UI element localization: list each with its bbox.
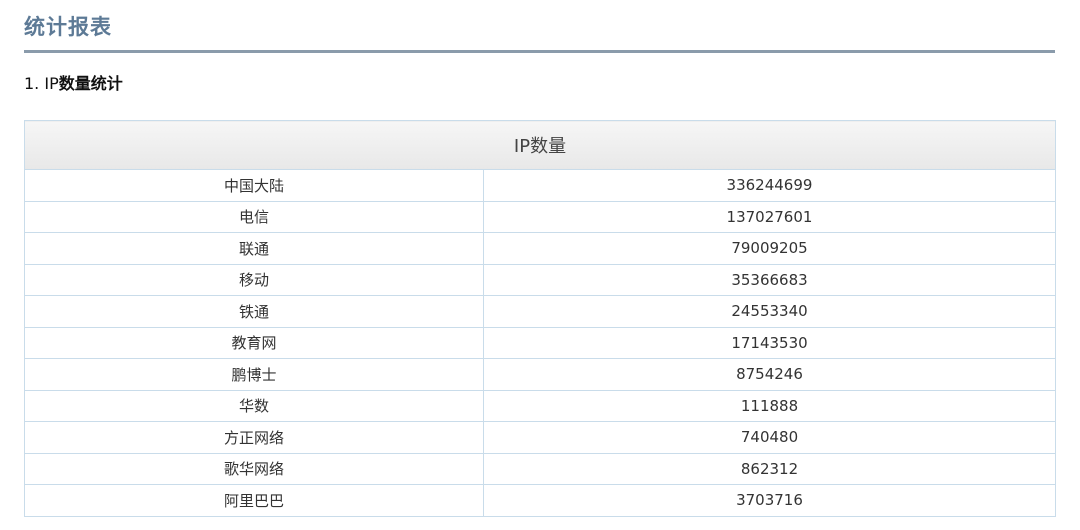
table-row: 中国大陆 336244699 — [24, 169, 1057, 202]
row-name: 华数 — [24, 389, 484, 422]
table-row: 阿里巴巴 3703716 — [24, 484, 1057, 517]
page-title: 统计报表 — [24, 15, 112, 39]
row-value: 336244699 — [482, 169, 1057, 202]
row-name: 教育网 — [24, 326, 484, 359]
row-value: 111888 — [482, 389, 1057, 422]
table-row: 方正网络 740480 — [24, 421, 1057, 454]
section-heading: 1. IP数量统计 — [24, 71, 123, 97]
table-row: 铁通 24553340 — [24, 295, 1057, 328]
row-value: 3703716 — [482, 484, 1057, 517]
title-divider — [24, 50, 1055, 53]
row-value: 79009205 — [482, 232, 1057, 265]
row-value: 24553340 — [482, 295, 1057, 328]
row-value: 137027601 — [482, 200, 1057, 233]
table-row: 歌华网络 862312 — [24, 452, 1057, 485]
table-header-row: IP数量 — [23, 120, 1057, 170]
row-name: 阿里巴巴 — [24, 484, 484, 517]
row-value: 8754246 — [482, 358, 1057, 391]
row-value: 862312 — [482, 452, 1057, 485]
row-value: 740480 — [482, 421, 1057, 454]
row-name: 电信 — [24, 200, 484, 233]
table-row: 联通 79009205 — [24, 232, 1057, 265]
row-name: 联通 — [24, 232, 484, 265]
table-row: 移动 35366683 — [24, 263, 1057, 296]
row-value: 35366683 — [482, 263, 1057, 296]
table-row: 电信 137027601 — [24, 200, 1057, 233]
table-row: 华数 111888 — [24, 389, 1057, 422]
section-label: 数量统计 — [58, 74, 123, 93]
row-name: 方正网络 — [24, 421, 484, 454]
table-header: IP数量 — [23, 120, 1057, 170]
row-name: 中国大陆 — [24, 169, 484, 202]
section-number: 1. IP — [24, 74, 59, 93]
row-name: 移动 — [24, 263, 484, 296]
row-value: 17143530 — [482, 326, 1057, 359]
row-name: 歌华网络 — [24, 452, 484, 485]
row-name: 鹏博士 — [24, 358, 484, 391]
table-row: 教育网 17143530 — [24, 326, 1057, 359]
table-row: 鹏博士 8754246 — [24, 358, 1057, 391]
row-name: 铁通 — [24, 295, 484, 328]
ip-stats-table: IP数量 中国大陆 336244699 电信 137027601 联通 7900… — [23, 120, 1057, 517]
